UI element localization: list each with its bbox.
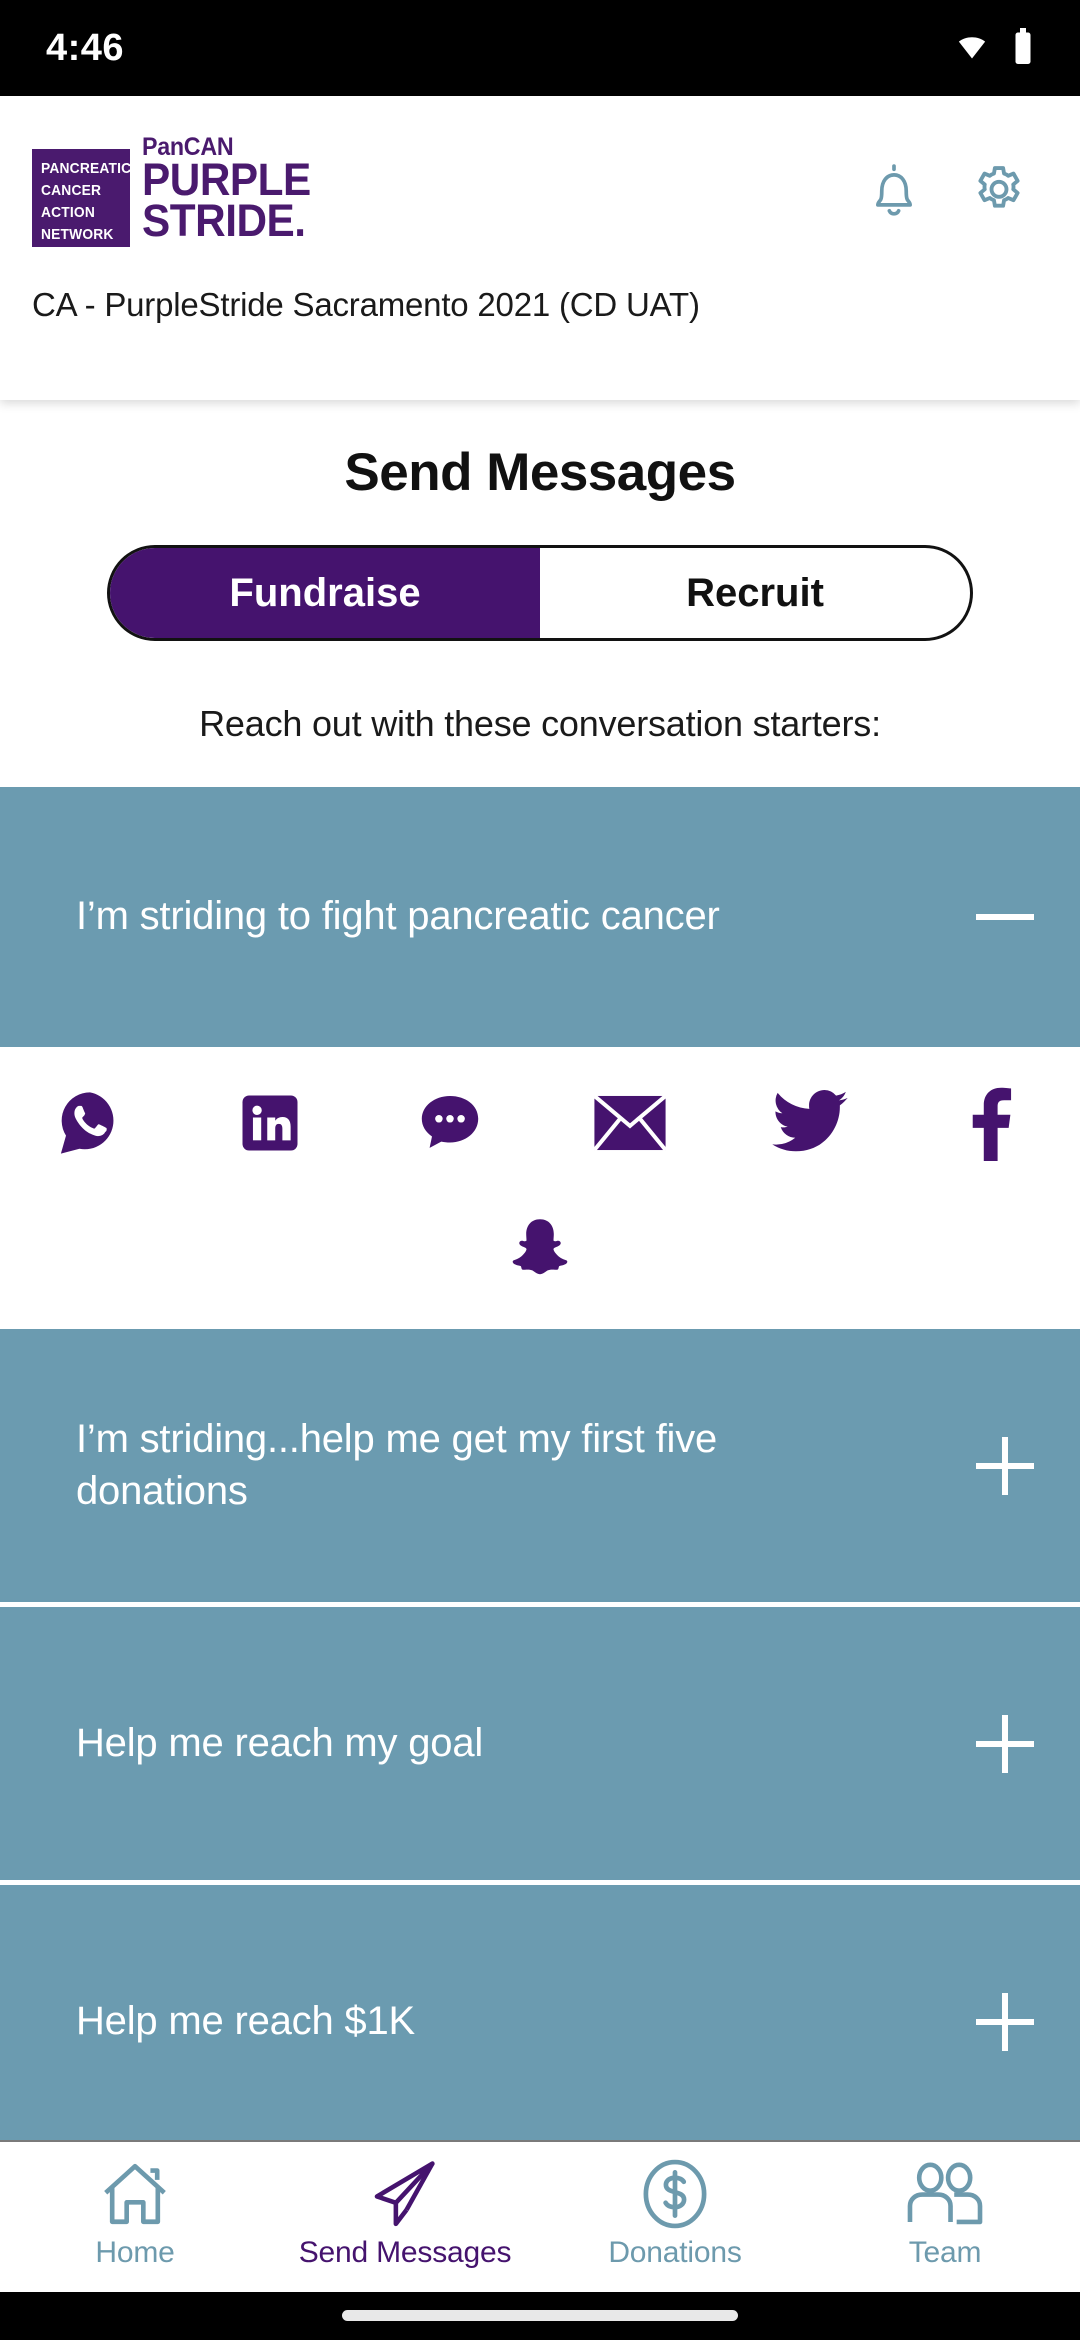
status-bar: 4:46 <box>0 0 1080 96</box>
status-time: 4:46 <box>46 26 125 69</box>
nav-item-send-messages[interactable]: Send Messages <box>270 2142 540 2270</box>
status-indicators <box>954 27 1034 69</box>
message-card-list: I’m striding to fight pancreatic cancer <box>0 787 1080 2140</box>
gear-icon[interactable] <box>970 162 1028 220</box>
header-actions <box>866 161 1048 221</box>
bottom-navigation: Home Send Messages Donations Team <box>0 2140 1080 2292</box>
tab-recruit[interactable]: Recruit <box>540 548 970 638</box>
logo-line-2: CANCER <box>41 181 102 199</box>
message-card[interactable]: I’m striding...help me get my first five… <box>0 1329 1080 1607</box>
nav-label-send-messages: Send Messages <box>298 2236 512 2269</box>
app-screen: 4:46 PANCREATIC CANCER ACTION NETWORK Pa… <box>0 0 1080 2340</box>
email-icon[interactable] <box>584 1077 676 1169</box>
plus-icon[interactable] <box>970 1987 1040 2057</box>
message-card[interactable]: I’m striding to fight pancreatic cancer <box>0 787 1080 1047</box>
pancan-logo-box: PANCREATIC CANCER ACTION NETWORK <box>32 149 132 248</box>
share-row-primary <box>0 1077 1080 1169</box>
home-icon <box>98 2156 172 2232</box>
nav-label-team: Team <box>908 2236 982 2269</box>
main-content: Send Messages Fundraise Recruit Reach ou… <box>0 400 1080 2140</box>
message-card[interactable]: Help me reach my goal <box>0 1607 1080 1885</box>
brand-row: PANCREATIC CANCER ACTION NETWORK PanCAN … <box>0 96 1080 286</box>
logo-line-3: ACTION <box>41 203 96 221</box>
share-row-secondary <box>0 1203 1080 1295</box>
plus-icon[interactable] <box>970 1431 1040 1501</box>
message-card[interactable]: Help me reach $1K <box>0 1885 1080 2140</box>
whatsapp-icon[interactable] <box>44 1077 136 1169</box>
message-card-label: I’m striding to fight pancreatic cancer <box>76 894 720 939</box>
tab-fundraise[interactable]: Fundraise <box>110 548 540 638</box>
segmented-control-wrap: Fundraise Recruit <box>0 545 1080 641</box>
nav-label-home: Home <box>95 2236 175 2269</box>
twitter-icon[interactable] <box>764 1077 856 1169</box>
nav-item-home[interactable]: Home <box>0 2142 270 2270</box>
share-panel <box>0 1047 1080 1329</box>
paper-plane-icon <box>368 2156 442 2232</box>
message-card-label: Help me reach my goal <box>76 1720 484 1765</box>
message-card-label: I’m striding...help me get my first five… <box>76 1417 718 1513</box>
people-icon <box>902 2156 988 2232</box>
conversation-starters-prompt: Reach out with these conversation starte… <box>199 703 881 744</box>
event-name: CA - PurpleStride Sacramento 2021 (CD UA… <box>32 286 700 323</box>
snapchat-icon[interactable] <box>494 1203 586 1295</box>
logo-line-4: NETWORK <box>41 225 114 243</box>
wifi-icon <box>954 31 990 66</box>
app-header: PANCREATIC CANCER ACTION NETWORK PanCAN … <box>0 96 1080 400</box>
logo-line-1: PANCREATIC <box>41 160 132 178</box>
page-title: Send Messages <box>344 443 736 502</box>
gesture-navigation-bar <box>0 2292 1080 2340</box>
sms-icon[interactable] <box>404 1077 496 1169</box>
linkedin-icon[interactable] <box>224 1077 316 1169</box>
home-indicator[interactable] <box>342 2310 738 2321</box>
nav-item-donations[interactable]: Donations <box>540 2142 810 2270</box>
message-type-tabs: Fundraise Recruit <box>107 545 973 641</box>
bell-icon[interactable] <box>866 161 922 221</box>
pancan-purplestride-logo: PANCREATIC CANCER ACTION NETWORK PanCAN … <box>32 134 322 248</box>
plus-icon[interactable] <box>970 1709 1040 1779</box>
dollar-circle-icon <box>640 2156 710 2232</box>
minus-icon[interactable] <box>970 882 1040 952</box>
message-card-label: Help me reach $1K <box>76 1998 416 2043</box>
nav-label-donations: Donations <box>608 2236 742 2269</box>
wordmark-purple: PURPLE <box>142 153 311 205</box>
purplestride-wordmark: PanCAN PURPLE STRIDE. <box>142 134 322 247</box>
nav-item-team[interactable]: Team <box>810 2142 1080 2270</box>
wordmark-stride: STRIDE. <box>142 195 306 247</box>
battery-icon <box>1012 27 1034 69</box>
facebook-icon[interactable] <box>944 1077 1036 1169</box>
